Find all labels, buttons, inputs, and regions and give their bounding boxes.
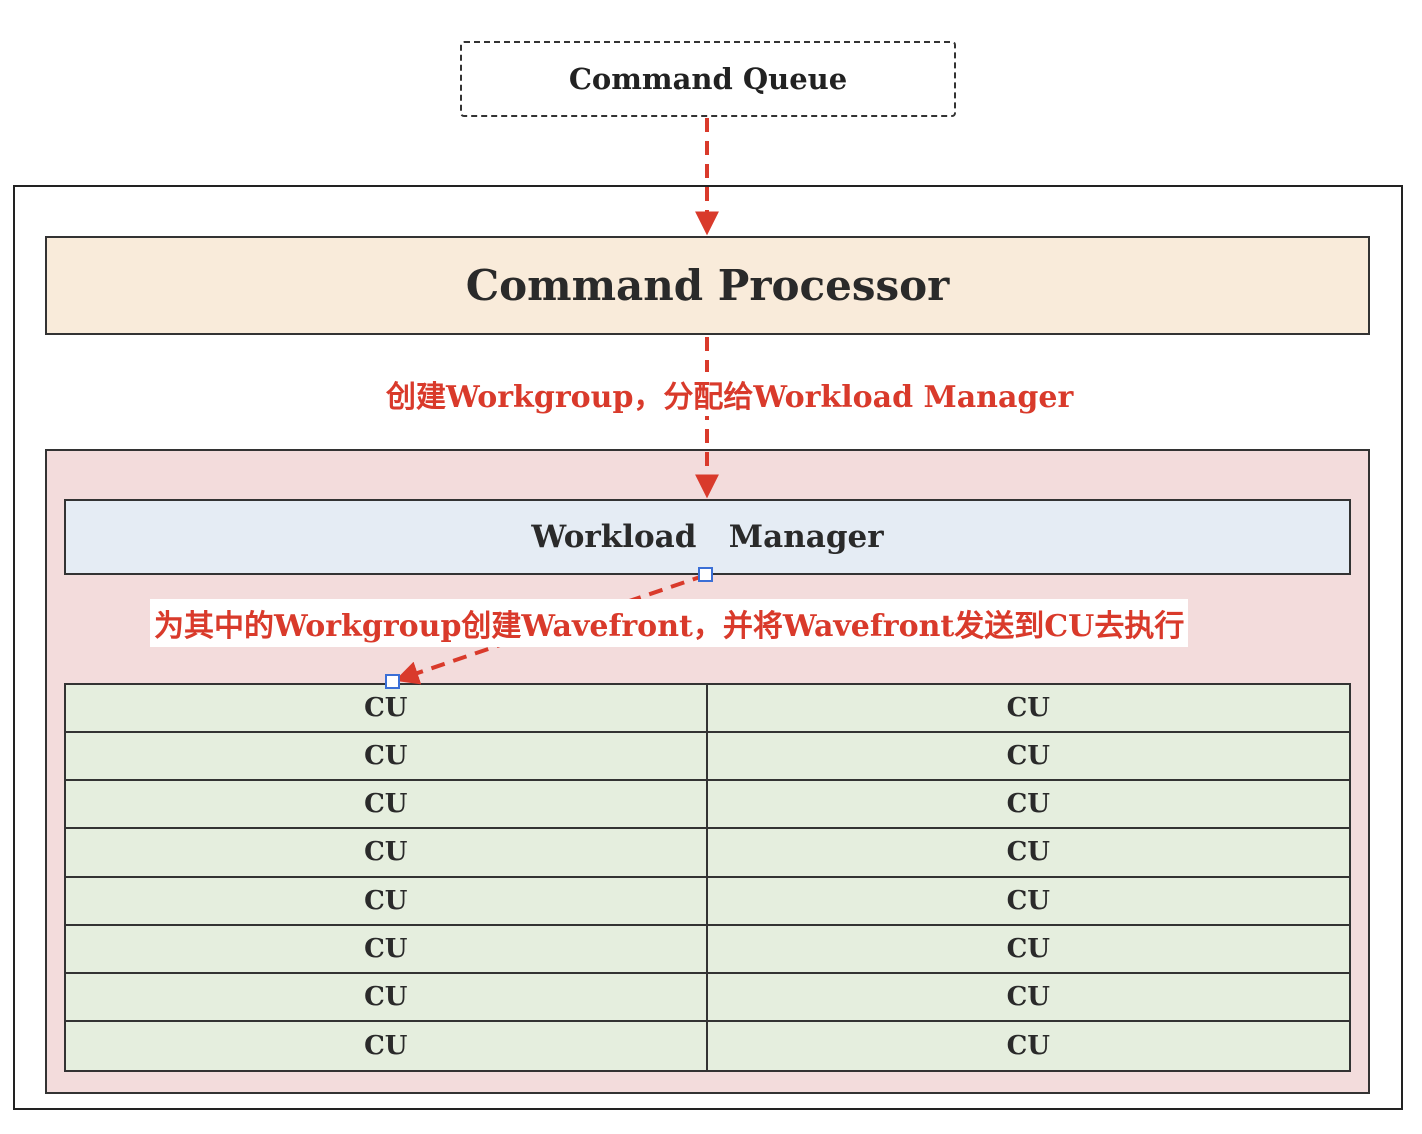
workload-manager-label: Workload Manager xyxy=(531,519,884,555)
cu-cell: CU xyxy=(707,781,1349,830)
cu-cell: CU xyxy=(66,877,708,926)
cu-cell: CU xyxy=(707,974,1349,1022)
cu-cell: CU xyxy=(707,829,1349,878)
cu-cell: CU xyxy=(66,781,708,830)
cu-cell: CU xyxy=(66,1021,708,1070)
command-processor-label: Command Processor xyxy=(465,261,950,310)
command-queue-label: Command Queue xyxy=(568,62,848,96)
cu-cell: CU xyxy=(66,685,708,734)
cu-cell: CU xyxy=(66,925,708,974)
workload-manager-box: Workload Manager xyxy=(64,499,1351,575)
cu-cell: CU xyxy=(1006,1030,1050,1061)
cu-cell: CU xyxy=(707,878,1349,926)
command-queue-box: Command Queue xyxy=(460,41,956,117)
annotation-create-wavefront: 为其中的Workgroup创建Wavefront，并将Wavefront发送到C… xyxy=(150,599,1189,647)
annotation-create-workgroup: 创建Workgroup，分配给Workload Manager xyxy=(384,372,1076,416)
cu-cell: CU xyxy=(66,973,708,1022)
cu-cell: CU xyxy=(66,829,708,878)
cu-cell: CU xyxy=(707,733,1349,782)
command-processor-box: Command Processor xyxy=(45,236,1370,335)
cu-grid: CU CU CU CU CU CU CU CU CU CU CU CU CU CU CU CU xyxy=(64,683,1351,1072)
cu-cell: CU xyxy=(66,733,708,782)
cu-cell: CU xyxy=(707,926,1349,974)
cu-cell: CU xyxy=(707,685,1349,734)
